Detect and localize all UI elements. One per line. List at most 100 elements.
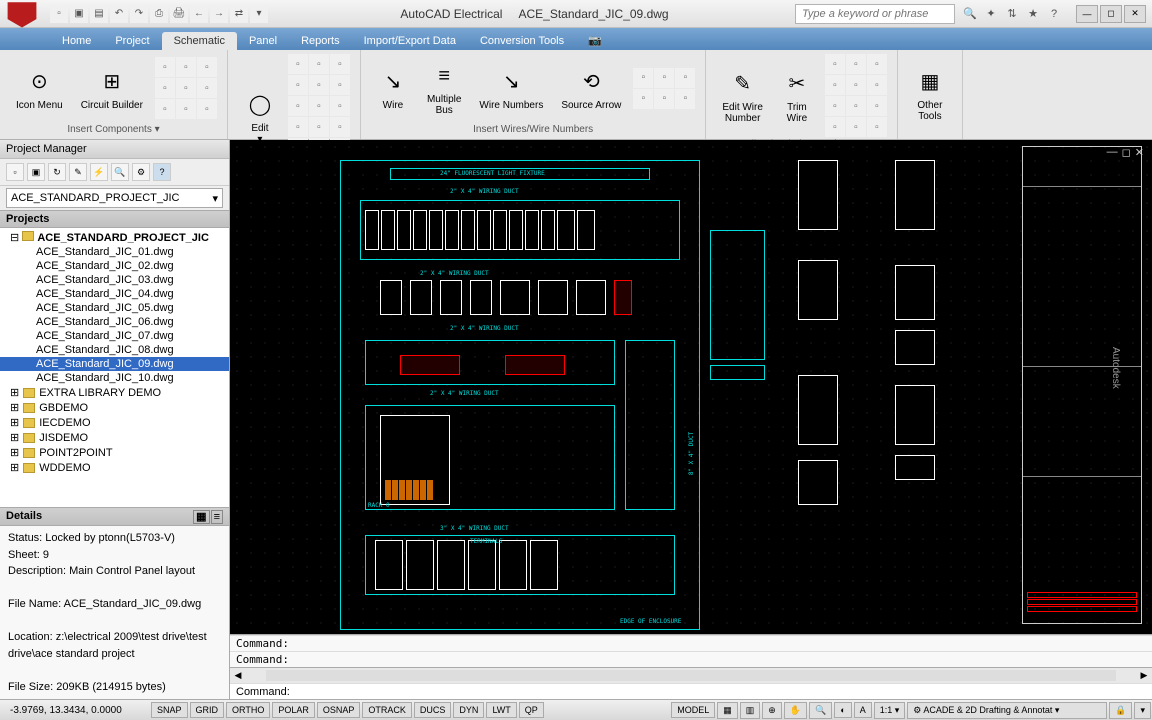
tree-file[interactable]: ACE_Standard_JIC_09.dwg [0, 357, 229, 371]
ribbon-small-button[interactable]: ▫ [309, 96, 329, 116]
scroll-left-icon[interactable]: ◀ [230, 668, 246, 683]
tools-icon[interactable]: ✦ [982, 5, 1000, 23]
app-logo-icon[interactable] [4, 0, 40, 28]
ribbon-small-button[interactable]: ▫ [309, 75, 329, 95]
ribbon-small-button[interactable]: ▫ [288, 75, 308, 95]
ribbon-small-button[interactable]: ▫ [825, 117, 845, 137]
ribbon-small-button[interactable]: ▫ [825, 54, 845, 74]
status-toggle-ortho[interactable]: ORTHO [226, 702, 270, 718]
pm-refresh-icon[interactable]: ↻ [48, 163, 66, 181]
qat-next-icon[interactable]: → [210, 5, 228, 23]
icon-menu-button[interactable]: ⊙Icon Menu [10, 64, 69, 113]
pan-icon[interactable]: ✋ [784, 702, 807, 719]
tab-conversion-tools[interactable]: Conversion Tools [468, 32, 576, 50]
horizontal-scrollbar[interactable]: ◀ ▶ [230, 667, 1152, 683]
ribbon-small-button[interactable]: ▫ [288, 96, 308, 116]
ribbon-small-button[interactable]: ▫ [675, 89, 695, 109]
tree-file[interactable]: ACE_Standard_JIC_10.dwg [0, 371, 229, 385]
tree-folder[interactable]: ⊞ IECDEMO [0, 415, 229, 430]
minimize-button[interactable]: — [1076, 5, 1098, 23]
tree-file[interactable]: ACE_Standard_JIC_08.dwg [0, 343, 229, 357]
ribbon-small-button[interactable]: ▫ [197, 57, 217, 77]
tab-panel[interactable]: Panel [237, 32, 289, 50]
zoom-icon[interactable]: 🔍 [809, 702, 832, 719]
ribbon-small-button[interactable]: ▫ [654, 68, 674, 88]
comm-icon[interactable]: ⇅ [1003, 5, 1021, 23]
ribbon-small-button[interactable]: ▫ [846, 117, 866, 137]
scroll-right-icon[interactable]: ▶ [1136, 668, 1152, 683]
status-toggle-dyn[interactable]: DYN [453, 702, 484, 718]
pm-help-icon[interactable]: ? [153, 163, 171, 181]
nav-icon[interactable]: ⊕ [762, 702, 782, 719]
ribbon-small-button[interactable]: ▫ [309, 117, 329, 137]
help-icon[interactable]: ? [1045, 5, 1063, 23]
details-view1-icon[interactable]: ▦ [193, 510, 209, 524]
qat-new-icon[interactable]: ▫ [50, 5, 68, 23]
qat-redo-icon[interactable]: ↷ [130, 5, 148, 23]
tree-folder[interactable]: ⊞ GBDEMO [0, 400, 229, 415]
pm-open-icon[interactable]: ▣ [27, 163, 45, 181]
tree-folder[interactable]: ⊞ WDDEMO [0, 460, 229, 475]
ribbon-group-label[interactable]: Insert Wires/Wire Numbers [371, 122, 695, 135]
pm-zoom-icon[interactable]: 🔍 [111, 163, 129, 181]
ribbon-small-button[interactable]: ▫ [825, 75, 845, 95]
ribbon-small-button[interactable]: ▫ [330, 117, 350, 137]
qat-open-icon[interactable]: ▣ [70, 5, 88, 23]
wire-button[interactable]: ↘Wire [371, 64, 415, 113]
lock-icon[interactable]: 🔒 [1109, 702, 1132, 719]
tab-reports[interactable]: Reports [289, 32, 352, 50]
ribbon-small-button[interactable]: ▫ [176, 99, 196, 119]
model-space-button[interactable]: MODEL [671, 702, 715, 718]
status-toggle-osnap[interactable]: OSNAP [317, 702, 361, 718]
ribbon-small-button[interactable]: ▫ [288, 117, 308, 137]
tree-file[interactable]: ACE_Standard_JIC_05.dwg [0, 301, 229, 315]
ribbon-small-button[interactable]: ▫ [825, 96, 845, 116]
steering-icon[interactable]: ◐ [834, 702, 851, 718]
pm-surfer-icon[interactable]: ⚡ [90, 163, 108, 181]
pm-new-icon[interactable]: ▫ [6, 163, 24, 181]
qat-save-icon[interactable]: ▤ [90, 5, 108, 23]
source-arrow-button[interactable]: ⟲Source Arrow [555, 64, 627, 113]
tree-file[interactable]: ACE_Standard_JIC_01.dwg [0, 245, 229, 259]
status-toggle-grid[interactable]: GRID [190, 702, 225, 718]
multiple-button[interactable]: ≡MultipleBus [421, 58, 467, 118]
tab-import-export-data[interactable]: Import/Export Data [352, 32, 468, 50]
ribbon-small-button[interactable]: ▫ [867, 75, 887, 95]
tree-file[interactable]: ACE_Standard_JIC_07.dwg [0, 329, 229, 343]
ribbon-small-button[interactable]: ▫ [654, 89, 674, 109]
tree-folder[interactable]: ⊞ POINT2POINT [0, 445, 229, 460]
pm-publish-icon[interactable]: ✎ [69, 163, 87, 181]
ribbon-small-button[interactable]: ▫ [155, 57, 175, 77]
details-view2-icon[interactable]: ≡ [211, 510, 223, 524]
ribbon-small-button[interactable]: ▫ [155, 78, 175, 98]
tree-folder[interactable]: ⊞ EXTRA LIBRARY DEMO [0, 385, 229, 400]
tab-project[interactable]: Project [103, 32, 161, 50]
qat-project-icon[interactable]: ⇄ [230, 5, 248, 23]
binoculars-icon[interactable]: 🔍 [961, 5, 979, 23]
scale-icon[interactable]: 1:1 ▾ [874, 702, 906, 719]
qat-undo-icon[interactable]: ↶ [110, 5, 128, 23]
status-toggle-qp[interactable]: QP [519, 702, 544, 718]
ribbon-small-button[interactable]: ▫ [867, 117, 887, 137]
ribbon-small-button[interactable]: ▫ [633, 89, 653, 109]
tab-home[interactable]: Home [50, 32, 103, 50]
maximize-button[interactable]: ◻ [1100, 5, 1122, 23]
status-toggle-lwt[interactable]: LWT [486, 702, 516, 718]
workspace-combo[interactable]: ⚙ ACADE & 2D Drafting & Annotat ▾ [907, 702, 1107, 719]
other-button[interactable]: ▦OtherTools [908, 64, 952, 124]
ribbon-small-button[interactable]: ▫ [176, 57, 196, 77]
tab-output[interactable]: 📷 [576, 31, 614, 50]
ribbon-small-button[interactable]: ▫ [846, 96, 866, 116]
tree-folder[interactable]: ⊞ JISDEMO [0, 430, 229, 445]
ribbon-group-label[interactable]: Insert Components ▾ [10, 122, 217, 135]
tree-file[interactable]: ACE_Standard_JIC_04.dwg [0, 287, 229, 301]
qat-dropdown-icon[interactable]: ▾ [250, 5, 268, 23]
tray-icon[interactable]: ▾ [1134, 702, 1151, 719]
ribbon-small-button[interactable]: ▫ [197, 99, 217, 119]
ribbon-small-button[interactable]: ▫ [867, 96, 887, 116]
trim-button[interactable]: ✂TrimWire [775, 66, 819, 126]
layout2-icon[interactable]: ▥ [740, 702, 761, 719]
close-button[interactable]: ✕ [1124, 5, 1146, 23]
qat-print-icon[interactable]: 🖨 [170, 5, 188, 23]
command-input[interactable]: Command: [230, 683, 1152, 699]
